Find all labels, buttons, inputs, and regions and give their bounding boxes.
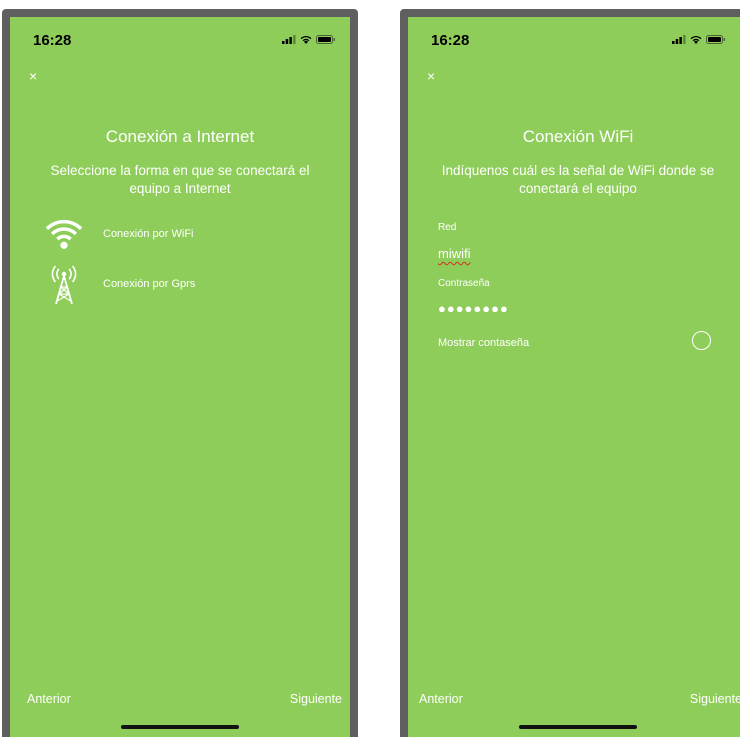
previous-button[interactable]: Anterior — [27, 692, 71, 706]
wifi-icon — [44, 216, 84, 252]
home-indicator[interactable] — [121, 725, 239, 729]
wifi-status-icon — [300, 35, 312, 44]
status-icons — [672, 35, 726, 44]
battery-icon — [316, 35, 335, 44]
phone-frame-wifi: 16:28 × Conexión WiFi Indíquenos cuál es… — [400, 9, 740, 737]
option-wifi-connection[interactable]: Conexión por WiFi — [44, 216, 193, 252]
status-time: 16:28 — [33, 32, 72, 49]
phone-frame-internet: 16:28 × Conexión a Internet Seleccione l… — [2, 9, 358, 737]
option-label: Conexión por WiFi — [103, 228, 194, 240]
option-gprs-connection[interactable]: Conexión por Gprs — [44, 262, 195, 306]
network-input[interactable]: miwifi — [438, 246, 471, 261]
password-input[interactable]: ●●●●●●●● — [438, 301, 509, 316]
cellular-signal-icon — [282, 35, 296, 44]
show-password-label: Mostrar contaseña — [438, 337, 530, 349]
page-subtitle: Seleccione la forma en que se conectará … — [50, 163, 310, 196]
status-icons — [282, 35, 336, 44]
status-time: 16:28 — [431, 32, 470, 49]
antenna-tower-icon — [44, 262, 84, 306]
close-button[interactable]: × — [427, 69, 435, 83]
password-label: Contraseña — [438, 278, 490, 289]
next-button[interactable]: Siguiente — [290, 692, 342, 706]
previous-button[interactable]: Anterior — [419, 692, 463, 706]
next-button[interactable]: Siguiente — [690, 692, 740, 706]
screen-internet-connection: 16:28 × Conexión a Internet Seleccione l… — [10, 17, 350, 737]
page-title: Conexión a Internet — [105, 127, 255, 146]
page-title: Conexión WiFi — [522, 127, 634, 146]
screen-wifi-connection: 16:28 × Conexión WiFi Indíquenos cuál es… — [408, 17, 740, 737]
wifi-status-icon — [690, 35, 702, 44]
cellular-signal-icon — [672, 35, 686, 44]
show-password-toggle[interactable] — [692, 331, 711, 350]
close-button[interactable]: × — [29, 69, 37, 83]
page-subtitle: Indíquenos cuál es la señal de WiFi dond… — [441, 163, 715, 196]
home-indicator[interactable] — [519, 725, 637, 729]
battery-icon — [706, 35, 725, 44]
network-label: Red — [438, 222, 457, 233]
option-label: Conexión por Gprs — [103, 278, 196, 290]
